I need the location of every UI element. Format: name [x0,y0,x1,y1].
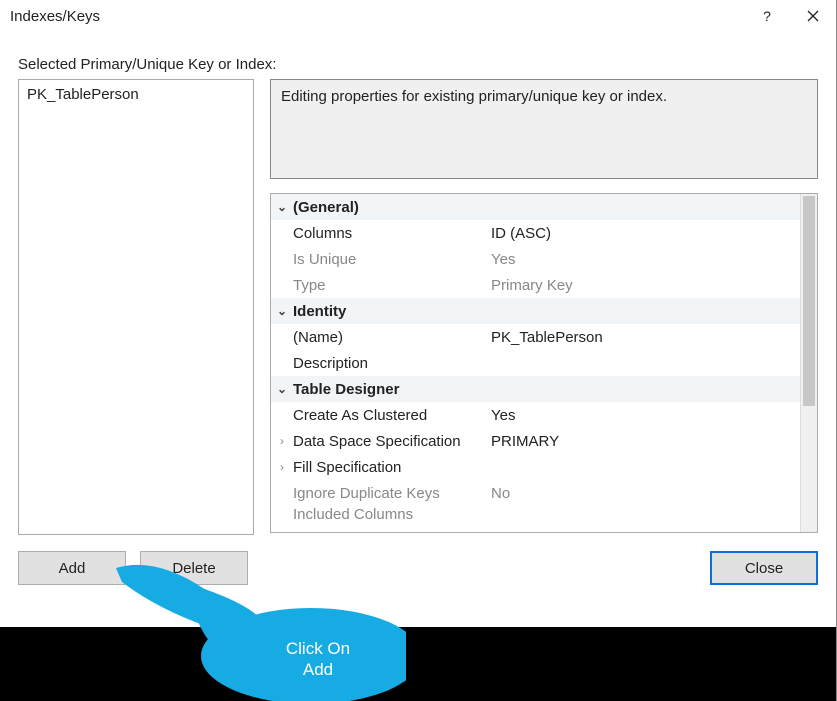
window-title: Indexes/Keys [10,8,100,25]
prop-row-ignore-dup: Ignore Duplicate Keys No [271,480,800,506]
close-window-button[interactable] [790,0,836,32]
description-box: Editing properties for existing primary/… [270,79,818,179]
prop-row-included-cols: Included Columns [271,506,800,524]
description-text: Editing properties for existing primary/… [281,88,667,105]
prop-row-description[interactable]: Description [271,350,800,376]
close-button[interactable]: Close [710,551,818,585]
chevron-down-icon[interactable]: ⌄ [271,382,289,396]
help-button[interactable]: ? [744,0,790,32]
section-general[interactable]: ⌄ (General) [271,194,800,220]
add-button[interactable]: Add [18,551,126,585]
chevron-down-icon[interactable]: ⌄ [271,304,289,318]
index-listbox[interactable]: PK_TablePerson [18,79,254,535]
close-icon [807,10,819,22]
scrollbar[interactable] [800,194,817,532]
section-identity[interactable]: ⌄ Identity [271,298,800,324]
subheading-label: Selected Primary/Unique Key or Index: [18,56,818,73]
titlebar: Indexes/Keys ? [0,0,836,32]
list-item[interactable]: PK_TablePerson [27,86,245,103]
bottom-backdrop [0,627,836,701]
scrollbar-thumb[interactable] [803,196,815,406]
chevron-right-icon[interactable]: › [271,460,289,474]
prop-row-type: Type Primary Key [271,272,800,298]
section-table-designer[interactable]: ⌄ Table Designer [271,376,800,402]
delete-button[interactable]: Delete [140,551,248,585]
chevron-down-icon[interactable]: ⌄ [271,200,289,214]
prop-row-data-space[interactable]: › Data Space Specification PRIMARY [271,428,800,454]
prop-row-create-clustered[interactable]: Create As Clustered Yes [271,402,800,428]
chevron-right-icon[interactable]: › [271,434,289,448]
prop-row-name[interactable]: (Name) PK_TablePerson [271,324,800,350]
dialog-window: Indexes/Keys ? Selected Primary/Unique K… [0,0,837,701]
property-grid[interactable]: ⌄ (General) Columns ID (ASC) Is Unique [270,193,818,533]
prop-row-columns[interactable]: Columns ID (ASC) [271,220,800,246]
prop-row-fill-spec[interactable]: › Fill Specification [271,454,800,480]
prop-row-is-unique: Is Unique Yes [271,246,800,272]
